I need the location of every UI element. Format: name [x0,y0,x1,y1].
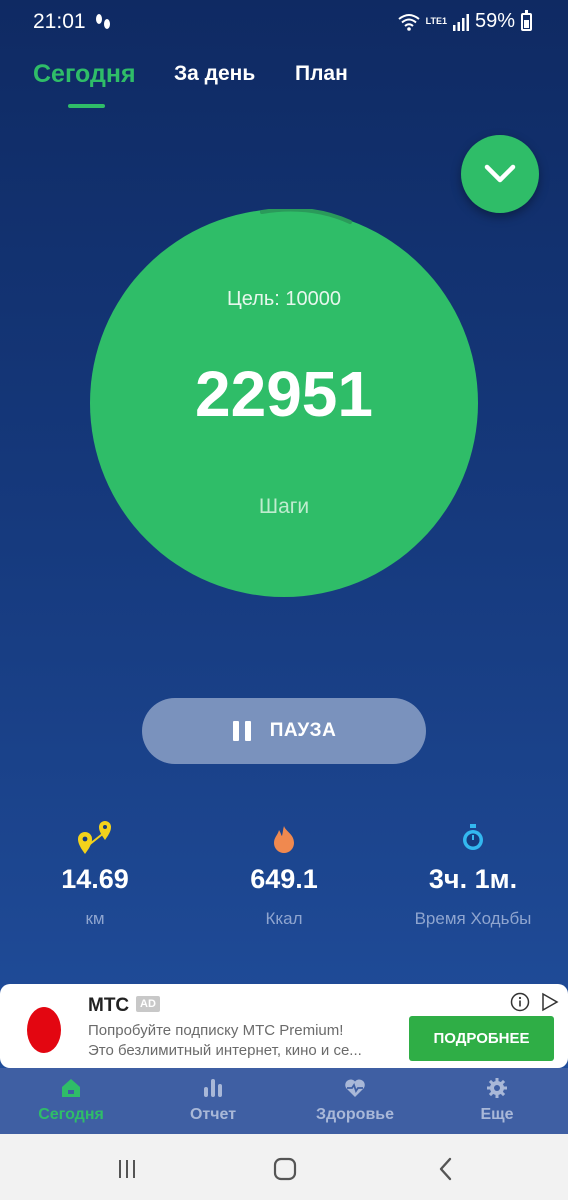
bar-chart-icon [204,1079,222,1097]
ad-title: МТС [88,995,130,1016]
pause-icon [232,721,251,741]
ad-text-line1: Попробуйте подписку МТС Premium! [88,1022,344,1039]
chevron-down-icon [484,164,516,183]
nav-item-report[interactable]: Отчет [142,1076,284,1124]
bottom-navigation: Сегодня Отчет Здоровье Еще [0,1068,568,1134]
expand-button[interactable] [461,135,539,213]
calories-value: 649.1 [250,864,318,894]
home-icon [62,1079,80,1097]
signal-icon [452,13,469,31]
wifi-icon [398,13,420,31]
stat-walk-time: 3ч. 1м. Время Ходьбы [378,818,568,929]
tab-today[interactable]: Сегодня [33,60,136,89]
nav-item-today[interactable]: Сегодня [0,1076,142,1124]
system-navigation-bar [0,1134,568,1200]
lte-label: LTE1 [425,16,447,26]
footsteps-icon [96,14,110,29]
stat-calories: 649.1 Ккал [189,818,379,929]
gear-icon [487,1078,507,1098]
battery-icon [521,9,532,31]
walk-time-label: Время Ходьбы [414,909,532,928]
progress-ring [260,209,352,224]
nav-item-more[interactable]: Еще [426,1076,568,1124]
home-button-icon[interactable] [271,1155,299,1183]
walk-time-value: 3ч. 1м. [428,864,518,894]
nav-item-health[interactable]: Здоровье [284,1076,426,1124]
pause-label: ПАУЗА [269,720,337,741]
map-pin-icon [78,821,111,854]
ad-cta-button[interactable]: ПОДРОБНЕЕ [409,1016,554,1061]
status-bar: 21:01 LTE1 59% [0,0,568,44]
stat-distance: 14.69 км [0,818,190,929]
info-icon[interactable] [510,992,530,1012]
ad-text-line2: Это безлимитный интернет, кино и се... [88,1042,362,1059]
flame-icon [274,826,294,853]
nav-label-today: Сегодня [38,1106,104,1123]
top-tabs: Сегодня За день План [0,58,568,108]
nav-label-more: Еще [480,1106,514,1123]
distance-value: 14.69 [61,864,129,894]
status-icons: LTE1 59% [398,9,532,33]
stopwatch-icon [463,824,483,850]
recent-apps-icon[interactable] [113,1155,141,1183]
pause-button[interactable]: ПАУЗА [142,698,426,764]
distance-label: км [85,909,105,928]
calories-label: Ккал [265,909,303,928]
adchoices-icon[interactable] [540,992,560,1012]
heart-pulse-icon [345,1079,365,1097]
nav-label-health: Здоровье [315,1106,395,1123]
ad-badge: AD [136,996,160,1012]
active-tab-indicator [68,104,105,108]
battery-percent: 59% [474,10,515,32]
status-time: 21:01 [33,10,86,33]
back-icon[interactable] [432,1155,460,1183]
mts-egg-logo [27,1007,61,1053]
nav-label-report: Отчет [189,1106,237,1123]
tab-by-day[interactable]: За день [174,62,255,86]
tab-plan[interactable]: План [295,62,348,86]
